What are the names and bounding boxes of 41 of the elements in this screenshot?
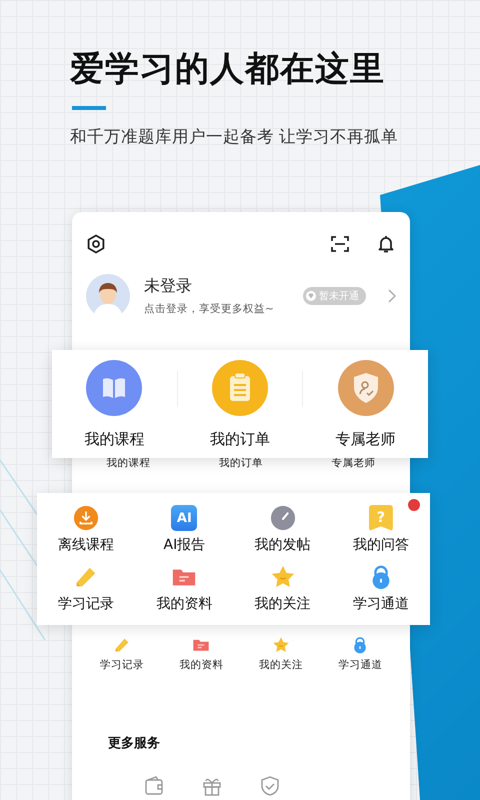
menu-label[interactable]: 学习记录 xyxy=(100,658,144,672)
menu-label[interactable]: 我的资料 xyxy=(156,595,212,613)
menu-label[interactable]: 我的关注 xyxy=(254,595,311,613)
settings-icon[interactable] xyxy=(86,234,106,254)
menu-label[interactable]: 我的课程 xyxy=(84,430,144,448)
book-icon[interactable] xyxy=(86,360,142,416)
bell-icon[interactable] xyxy=(376,234,396,254)
menu-label[interactable]: 我的发帖 xyxy=(254,536,311,554)
scan-icon[interactable] xyxy=(330,234,350,254)
gauge-icon[interactable] xyxy=(270,505,296,531)
shield-check-icon[interactable] xyxy=(260,776,280,796)
menu-label[interactable]: 我的资料 xyxy=(179,658,224,672)
menu-label[interactable]: 学习通道 xyxy=(352,595,409,613)
menu-label[interactable]: 学习通道 xyxy=(338,658,382,672)
download-icon[interactable] xyxy=(73,505,100,531)
menu-label[interactable]: 我的关注 xyxy=(258,658,303,672)
subtitle: 和千万准题库用户一起备考 让学习不再孤单 xyxy=(70,126,400,148)
menu-label[interactable]: 我的订单 xyxy=(210,430,270,448)
menu-label[interactable]: 专属老师 xyxy=(332,456,376,470)
accent-bar xyxy=(72,106,106,110)
avatar-icon[interactable] xyxy=(86,274,130,318)
headline: 爱学习的人都在这里 xyxy=(70,48,386,91)
menu-label[interactable]: 离线课程 xyxy=(58,536,114,554)
star-icon[interactable] xyxy=(272,636,290,654)
section-title: 更多服务 xyxy=(108,735,161,752)
chevron-right-icon[interactable] xyxy=(388,289,396,303)
clipboard-icon[interactable] xyxy=(212,360,268,416)
menu-label[interactable]: 我的问答 xyxy=(352,536,409,554)
menu-label[interactable]: 专属老师 xyxy=(336,430,396,448)
shield-person-icon[interactable] xyxy=(338,360,394,416)
gift-icon[interactable] xyxy=(202,776,222,796)
menu-label[interactable]: AI报告 xyxy=(164,536,206,554)
menu-label[interactable]: 我的订单 xyxy=(218,456,263,470)
diamond-icon xyxy=(306,291,316,301)
user-name[interactable]: 未登录 xyxy=(144,276,289,297)
menu-label[interactable]: 我的课程 xyxy=(106,456,150,470)
login-hint[interactable]: 点击登录，享受更多权益~ xyxy=(144,302,289,316)
pencil-icon[interactable] xyxy=(112,636,131,654)
menu-label[interactable]: 学习记录 xyxy=(58,595,114,613)
wallet-icon[interactable] xyxy=(144,776,164,796)
star-icon[interactable] xyxy=(270,564,296,590)
